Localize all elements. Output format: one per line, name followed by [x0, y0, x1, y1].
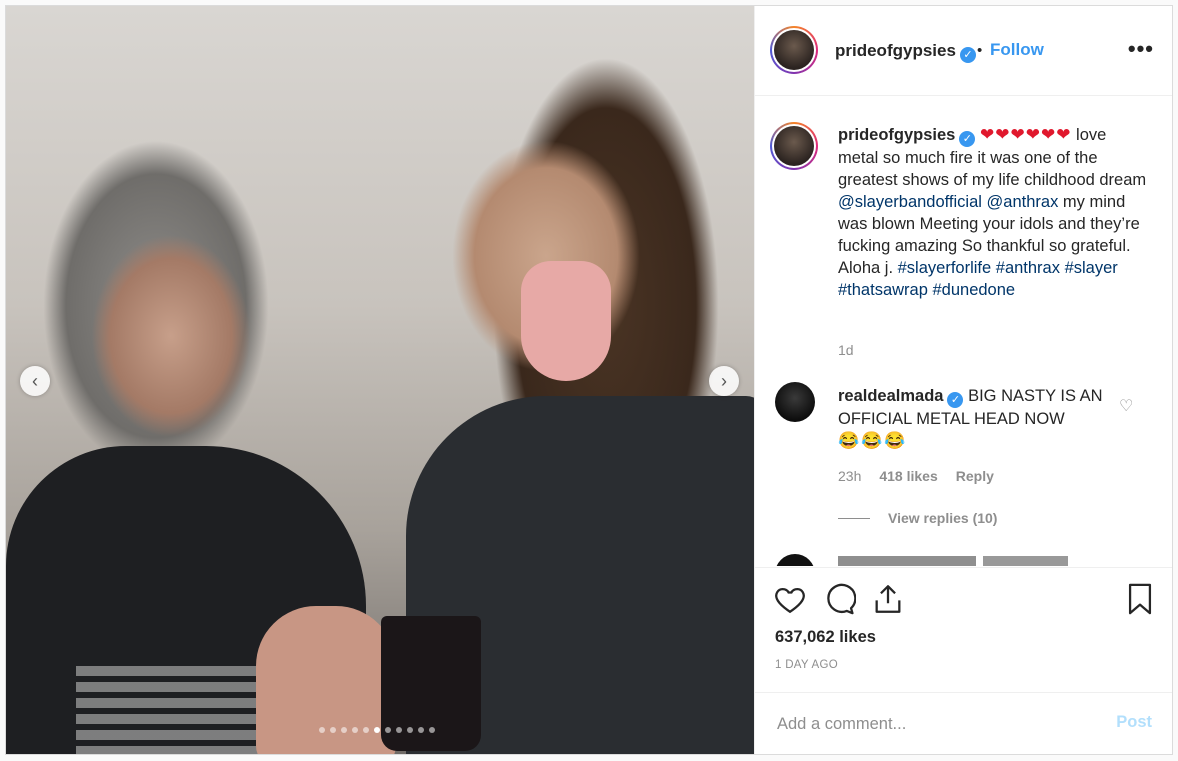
commenter-avatar[interactable]	[775, 382, 815, 422]
carousel-prev-button[interactable]: ‹	[20, 366, 50, 396]
add-comment-bar: Post	[755, 692, 1172, 755]
post-timestamp[interactable]: 1 DAY AGO	[775, 659, 838, 671]
bookmark-save-icon[interactable]	[1123, 582, 1157, 616]
carousel-dot	[330, 727, 336, 733]
caption-username[interactable]: prideofgypsies	[838, 126, 955, 144]
heart-emoji-icons: ❤❤❤❤❤❤	[979, 125, 1072, 144]
comment-input[interactable]	[775, 711, 1099, 737]
carousel-dot	[407, 727, 413, 733]
verified-badge-icon: ✓	[947, 392, 964, 408]
photo-shirt-print	[76, 666, 276, 754]
next-commenter-avatar[interactable]	[775, 554, 815, 566]
comment-likes[interactable]: 418 likes	[879, 468, 937, 484]
photo-tongue	[521, 261, 611, 381]
chevron-right-icon: ›	[721, 371, 727, 391]
hashtag-link[interactable]: #anthrax	[996, 259, 1060, 277]
chevron-left-icon: ‹	[32, 371, 38, 391]
mention-link[interactable]: @slayerbandofficial	[838, 193, 982, 211]
hashtag-link[interactable]: #slayer	[1065, 259, 1118, 277]
post-caption: prideofgypsies ✓ ❤❤❤❤❤❤ love metal so muc…	[838, 124, 1148, 301]
carousel-dot	[418, 727, 424, 733]
comment-bubble-icon[interactable]	[822, 582, 856, 616]
hashtag-link[interactable]: #dunedone	[932, 281, 1015, 299]
carousel-dot	[374, 727, 380, 733]
author-avatar[interactable]	[770, 26, 818, 74]
likes-count[interactable]: 637,062 likes	[775, 628, 876, 647]
header-separator: •	[977, 42, 983, 59]
mention-link[interactable]: @anthrax	[987, 193, 1059, 211]
more-options-icon[interactable]: •••	[1128, 36, 1154, 62]
carousel-dot	[396, 727, 402, 733]
post-side-panel: prideofgypsies ✓ • Follow ••• prideofgyps…	[754, 6, 1172, 754]
view-replies-label: View replies (10)	[888, 510, 998, 526]
view-replies-button[interactable]: View replies (10)	[838, 510, 997, 526]
share-icon[interactable]	[871, 582, 905, 616]
comments-section[interactable]: prideofgypsies ✓ ❤❤❤❤❤❤ love metal so muc…	[755, 96, 1172, 566]
carousel-dot	[363, 727, 369, 733]
replies-divider-line	[838, 517, 870, 519]
post-actions: 637,062 likes 1 DAY AGO	[755, 567, 1172, 693]
commenter-username[interactable]: realdealmada	[838, 387, 943, 405]
hashtag-link[interactable]: #thatsawrap	[838, 281, 928, 299]
like-comment-heart-icon[interactable]: ♡	[1119, 396, 1133, 416]
like-heart-icon[interactable]	[773, 582, 807, 616]
verified-badge-icon: ✓	[959, 46, 976, 63]
carousel-dot	[385, 727, 391, 733]
follow-button[interactable]: Follow	[990, 40, 1044, 60]
carousel-dot	[319, 727, 325, 733]
carousel-dot	[341, 727, 347, 733]
carousel-next-button[interactable]: ›	[709, 366, 739, 396]
post-photo[interactable]: ‹ ›	[6, 6, 754, 754]
instagram-post: ‹ › prideofgypsies ✓ • Follow ••• prideof…	[5, 5, 1173, 755]
comment-body: realdealmada ✓ BIG NASTY IS AN OFFICIAL M…	[838, 385, 1118, 452]
caption-author-avatar[interactable]	[770, 122, 818, 170]
author-username-row: prideofgypsies ✓	[835, 41, 976, 63]
verified-badge-icon: ✓	[959, 131, 976, 147]
comment-age[interactable]: 23h	[838, 468, 861, 484]
carousel-dot	[429, 727, 435, 733]
post-header: prideofgypsies ✓ • Follow •••	[755, 6, 1172, 96]
comment-meta: 23h 418 likes Reply	[838, 468, 994, 484]
caption-author-avatar-image	[774, 126, 814, 166]
author-avatar-image	[774, 30, 814, 70]
carousel-dot	[352, 727, 358, 733]
post-comment-button[interactable]: Post	[1116, 713, 1152, 732]
caption-age[interactable]: 1d	[838, 342, 854, 358]
carousel-indicator	[319, 727, 435, 733]
author-username[interactable]: prideofgypsies	[835, 41, 956, 60]
laughing-emoji-icons: 😂😂😂	[838, 431, 908, 450]
next-comment-peek	[838, 556, 1068, 566]
reply-button[interactable]: Reply	[956, 468, 994, 484]
hashtag-link[interactable]: #slayerforlife	[898, 259, 992, 277]
